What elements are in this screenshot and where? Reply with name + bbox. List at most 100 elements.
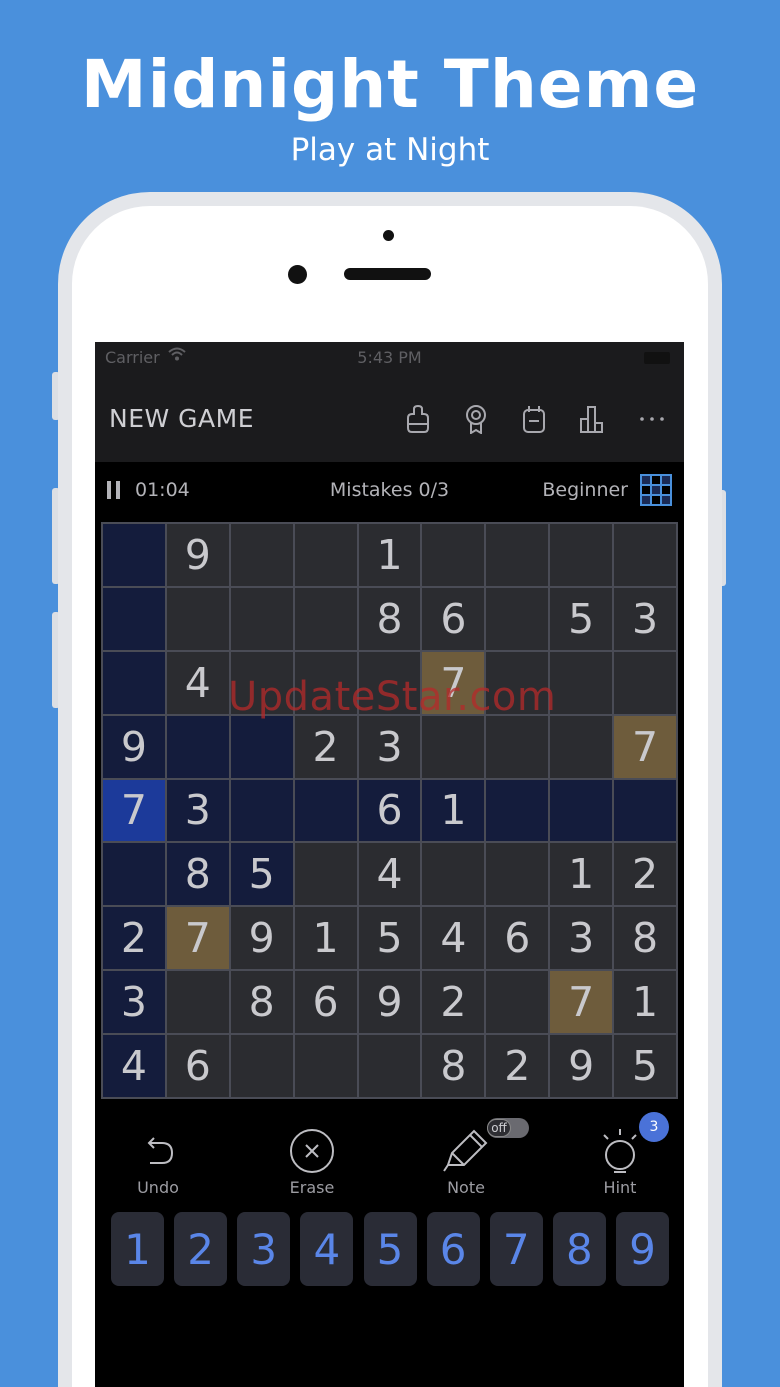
erase-button[interactable]: Erase (257, 1124, 367, 1197)
sudoku-cell[interactable]: 7 (550, 971, 613, 1034)
sudoku-cell[interactable]: 2 (486, 1035, 549, 1097)
earpiece-speaker (344, 268, 431, 280)
undo-icon (103, 1124, 213, 1178)
sudoku-cell[interactable] (103, 843, 165, 906)
sudoku-cell[interactable]: 8 (422, 1035, 485, 1097)
sudoku-cell[interactable] (486, 843, 549, 906)
sudoku-cell[interactable]: 6 (358, 779, 421, 842)
sudoku-cell[interactable]: 5 (614, 1035, 676, 1097)
sudoku-cell[interactable]: 3 (358, 715, 421, 778)
sudoku-cell[interactable] (103, 524, 165, 586)
sudoku-cell[interactable] (294, 524, 357, 586)
sudoku-cell[interactable]: 1 (550, 843, 613, 906)
sudoku-cell[interactable]: 3 (614, 587, 676, 650)
sudoku-cell[interactable] (358, 1035, 421, 1097)
sudoku-cell[interactable] (550, 779, 613, 842)
sudoku-cell[interactable]: 5 (550, 587, 613, 650)
sudoku-cell[interactable] (422, 843, 485, 906)
sudoku-cell[interactable]: 8 (614, 907, 676, 970)
sudoku-cell[interactable] (103, 651, 165, 714)
awards-icon[interactable] (461, 404, 491, 435)
sudoku-cell[interactable] (294, 587, 357, 650)
sudoku-cell[interactable] (294, 843, 357, 906)
sudoku-cell[interactable]: 1 (422, 779, 485, 842)
sudoku-cell[interactable] (294, 1035, 357, 1097)
sudoku-cell[interactable] (486, 524, 549, 586)
more-icon[interactable] (637, 404, 667, 434)
sudoku-cell[interactable]: 1 (358, 524, 421, 586)
sudoku-cell[interactable]: 8 (230, 971, 293, 1034)
sudoku-cell[interactable]: 6 (422, 587, 485, 650)
numpad-key-6[interactable]: 6 (426, 1212, 480, 1286)
numpad-key-9[interactable]: 9 (616, 1212, 669, 1286)
sudoku-cell[interactable]: 8 (358, 587, 421, 650)
sudoku-cell[interactable] (486, 715, 549, 778)
new-game-button[interactable]: NEW GAME (109, 404, 254, 433)
sudoku-cell[interactable] (103, 587, 165, 650)
sudoku-cell[interactable] (166, 715, 229, 778)
sudoku-cell[interactable]: 9 (166, 524, 229, 586)
sudoku-cell[interactable]: 5 (358, 907, 421, 970)
sudoku-cell[interactable]: 2 (294, 715, 357, 778)
sudoku-cell[interactable] (486, 779, 549, 842)
sudoku-cell[interactable]: 6 (486, 907, 549, 970)
sudoku-cell[interactable] (550, 651, 613, 714)
sudoku-cell[interactable]: 1 (294, 907, 357, 970)
note-toggle[interactable]: off (487, 1118, 529, 1138)
sudoku-cell[interactable]: 7 (103, 779, 165, 842)
undo-button[interactable]: Undo (103, 1124, 213, 1197)
sudoku-cell[interactable]: 4 (166, 651, 229, 714)
sudoku-cell[interactable]: 8 (166, 843, 229, 906)
numpad-key-3[interactable]: 3 (237, 1212, 291, 1286)
sudoku-cell[interactable]: 2 (422, 971, 485, 1034)
numpad-key-4[interactable]: 4 (300, 1212, 354, 1286)
numpad-key-5[interactable]: 5 (363, 1212, 417, 1286)
sudoku-cell[interactable]: 3 (103, 971, 165, 1034)
sudoku-cell[interactable]: 6 (294, 971, 357, 1034)
sudoku-cell[interactable] (614, 651, 676, 714)
sudoku-cell[interactable]: 4 (103, 1035, 165, 1097)
hint-label: Hint (603, 1178, 637, 1197)
sudoku-cell[interactable] (550, 715, 613, 778)
sudoku-cell[interactable] (230, 587, 293, 650)
sudoku-cell[interactable] (166, 971, 229, 1034)
sudoku-cell[interactable]: 9 (230, 907, 293, 970)
sudoku-cell[interactable]: 6 (166, 1035, 229, 1097)
sudoku-cell[interactable]: 9 (103, 715, 165, 778)
sudoku-cell[interactable] (422, 715, 485, 778)
sudoku-cell[interactable] (486, 971, 549, 1034)
sudoku-cell[interactable]: 9 (358, 971, 421, 1034)
sudoku-cell[interactable]: 9 (550, 1035, 613, 1097)
daily-challenge-icon[interactable] (519, 404, 549, 434)
sudoku-cell[interactable] (294, 779, 357, 842)
sudoku-cell[interactable] (486, 587, 549, 650)
sudoku-cell[interactable] (230, 715, 293, 778)
numpad-key-7[interactable]: 7 (489, 1212, 543, 1286)
themes-icon[interactable] (403, 404, 433, 434)
sudoku-cell[interactable] (614, 524, 676, 586)
sudoku-cell[interactable] (614, 779, 676, 842)
sudoku-board: 9186534792377361854122791546383869271468… (101, 522, 678, 1099)
sudoku-cell[interactable] (550, 524, 613, 586)
sudoku-cell[interactable]: 2 (103, 907, 165, 970)
sudoku-cell[interactable]: 4 (422, 907, 485, 970)
hint-count-badge: 3 (639, 1112, 669, 1142)
sudoku-cell[interactable] (230, 1035, 293, 1097)
sudoku-cell[interactable]: 7 (166, 907, 229, 970)
sudoku-cell[interactable]: 7 (614, 715, 676, 778)
numpad-key-1[interactable]: 1 (111, 1212, 164, 1286)
sudoku-cell[interactable]: 5 (230, 843, 293, 906)
sudoku-cell[interactable]: 2 (614, 843, 676, 906)
sudoku-cell[interactable] (166, 587, 229, 650)
numpad-key-8[interactable]: 8 (552, 1212, 606, 1286)
proximity-sensor (383, 230, 394, 241)
sudoku-cell[interactable]: 3 (166, 779, 229, 842)
sudoku-cell[interactable] (422, 524, 485, 586)
sudoku-cell[interactable]: 4 (358, 843, 421, 906)
sudoku-cell[interactable] (230, 524, 293, 586)
numpad-key-2[interactable]: 2 (174, 1212, 228, 1286)
statistics-icon[interactable] (577, 404, 607, 434)
sudoku-cell[interactable]: 3 (550, 907, 613, 970)
sudoku-cell[interactable] (230, 779, 293, 842)
sudoku-cell[interactable]: 1 (614, 971, 676, 1034)
